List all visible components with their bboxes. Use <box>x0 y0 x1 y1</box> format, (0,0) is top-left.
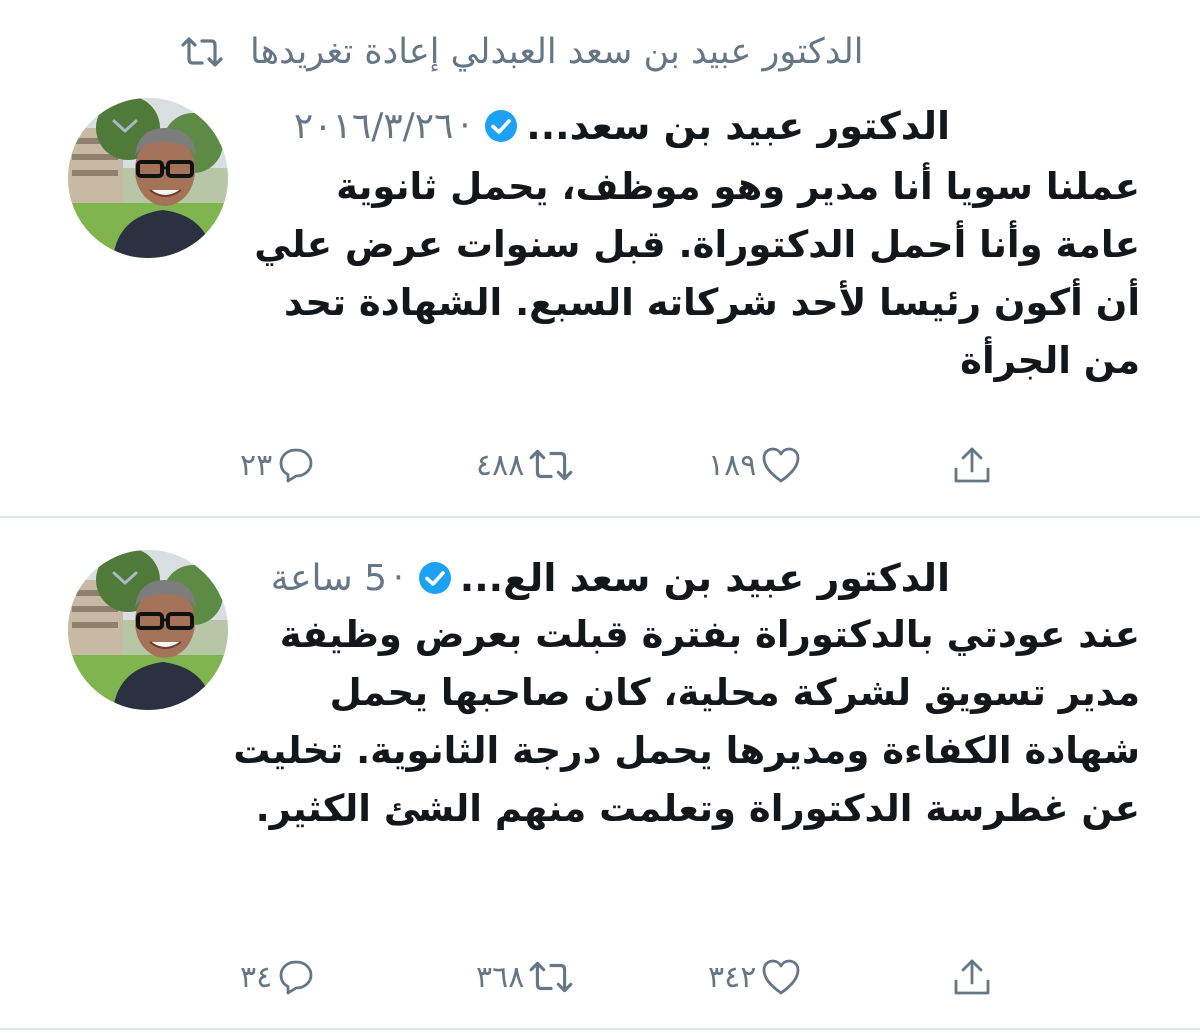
tweet-actions: ٢٣ ٤٨٨ ١٨٩ <box>0 440 1200 490</box>
verified-badge-icon <box>418 562 451 594</box>
like-count: ٣٤٢ <box>708 959 757 995</box>
share-button[interactable] <box>950 440 994 490</box>
retweet-context: الدكتور عبيد بن سعد العبدلي إعادة تغريده… <box>180 26 1060 78</box>
retweet-button[interactable]: ٣٦٨ <box>476 952 574 1002</box>
tweet-header: الدكتور عبيد بن سعد الع... · 5 ساعة <box>110 548 950 608</box>
tweet-card[interactable]: الدكتور عبيد بن سعد... · ٢٠١٦/٣/٢٦ عملنا… <box>0 92 1200 512</box>
retweet-count: ٤٨٨ <box>476 447 525 483</box>
reply-count: ٣٤ <box>240 959 273 995</box>
reply-icon <box>279 960 313 995</box>
header-separator: · <box>459 106 471 146</box>
like-count: ١٨٩ <box>708 447 757 483</box>
reply-button[interactable]: ٣٤ <box>240 952 316 1002</box>
share-button[interactable] <box>950 952 994 1002</box>
reply-button[interactable]: ٢٣ <box>240 440 316 490</box>
reply-icon <box>279 448 313 483</box>
verified-badge-icon <box>485 110 518 142</box>
retweet-icon <box>529 961 573 993</box>
tweet-card[interactable]: الدكتور عبيد بن سعد الع... · 5 ساعة عند … <box>0 544 1200 1024</box>
divider <box>0 516 1200 518</box>
heart-icon <box>762 447 800 483</box>
chevron-down-icon[interactable] <box>110 116 140 136</box>
retweet-icon <box>180 35 224 69</box>
author-name[interactable]: الدكتور عبيد بن سعد... <box>526 104 950 148</box>
share-icon <box>954 447 990 483</box>
header-separator: · <box>392 558 404 598</box>
tweet-timestamp[interactable]: ٢٠١٦/٣/٢٦ <box>294 106 454 147</box>
like-button[interactable]: ٣٤٢ <box>708 952 802 1002</box>
divider <box>0 1028 1200 1030</box>
retweet-count: ٣٦٨ <box>476 959 525 995</box>
chevron-down-icon[interactable] <box>110 568 140 588</box>
tweet-header: الدكتور عبيد بن سعد... · ٢٠١٦/٣/٢٦ <box>110 96 950 156</box>
reply-count: ٢٣ <box>240 447 273 483</box>
like-button[interactable]: ١٨٩ <box>708 440 802 490</box>
tweet-text: عملنا سويا أنا مدير وهو موظف، يحمل ثانوي… <box>254 165 1140 382</box>
share-icon <box>954 959 990 995</box>
heart-icon <box>762 959 800 995</box>
tweet-actions: ٣٤ ٣٦٨ ٣٤٢ <box>0 952 1200 1002</box>
retweet-button[interactable]: ٤٨٨ <box>476 440 574 490</box>
retweet-context-text[interactable]: الدكتور عبيد بن سعد العبدلي إعادة تغريده… <box>250 32 863 72</box>
retweet-icon <box>529 449 573 481</box>
tweet-text: عند عودتي بالدكتوراة بفترة قبلت بعرض وظي… <box>233 613 1140 830</box>
author-name[interactable]: الدكتور عبيد بن سعد الع... <box>460 556 950 600</box>
tweet-timestamp[interactable]: 5 ساعة <box>271 558 387 599</box>
